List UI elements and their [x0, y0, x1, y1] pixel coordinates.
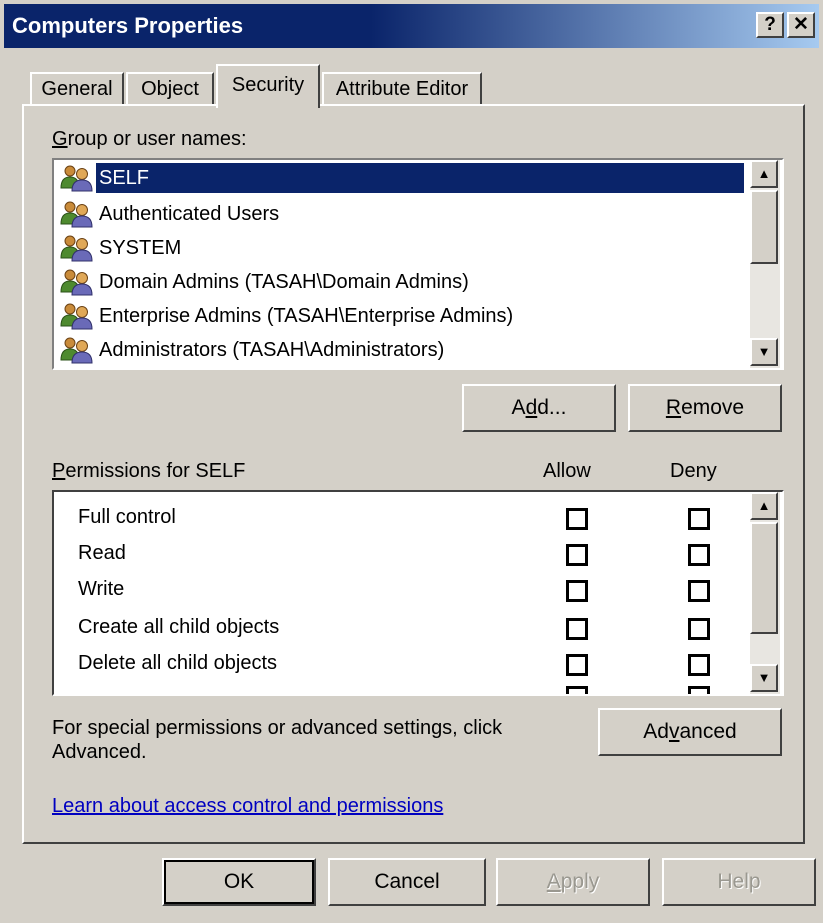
- deny-checkbox[interactable]: [688, 580, 710, 602]
- deny-column-header: Deny: [670, 460, 717, 482]
- add-button[interactable]: Add...: [462, 384, 616, 432]
- tab-object[interactable]: Object: [126, 72, 214, 106]
- cancel-button[interactable]: Cancel: [328, 858, 486, 906]
- permissions-scrollbar[interactable]: ▲ ▼: [750, 492, 780, 694]
- list-item-authenticated-users[interactable]: Authenticated Users: [60, 198, 282, 230]
- permission-row-read: Read: [54, 538, 744, 574]
- users-icon: [60, 302, 94, 330]
- close-title-button[interactable]: ✕: [787, 12, 815, 38]
- permission-row-create-child: Create all child objects: [54, 612, 744, 648]
- scroll-down-arrow-icon[interactable]: ▼: [750, 664, 778, 692]
- partial-checkbox: [566, 686, 588, 694]
- partial-checkbox: [688, 686, 710, 694]
- scroll-thumb[interactable]: [750, 190, 778, 264]
- tab-security[interactable]: Security: [216, 64, 320, 108]
- scroll-thumb[interactable]: [750, 522, 778, 634]
- allow-checkbox[interactable]: [566, 508, 588, 530]
- users-icon: [60, 234, 94, 262]
- group-list-scrollbar[interactable]: ▲ ▼: [750, 160, 780, 368]
- scroll-up-arrow-icon[interactable]: ▲: [750, 160, 778, 188]
- deny-checkbox[interactable]: [688, 508, 710, 530]
- permissions-label: Permissions for SELF: [52, 460, 246, 482]
- users-icon: [60, 336, 94, 364]
- title-bar[interactable]: Computers Properties ? ✕: [4, 4, 819, 48]
- ok-button[interactable]: OK: [162, 858, 316, 906]
- deny-checkbox[interactable]: [688, 544, 710, 566]
- help-title-button[interactable]: ?: [756, 12, 784, 38]
- allow-column-header: Allow: [543, 460, 591, 482]
- scroll-up-arrow-icon[interactable]: ▲: [750, 492, 778, 520]
- tab-general[interactable]: General: [30, 72, 124, 106]
- help-button[interactable]: Help: [662, 858, 816, 906]
- list-item-system[interactable]: SYSTEM: [60, 232, 184, 264]
- deny-checkbox[interactable]: [688, 618, 710, 640]
- list-item-domain-admins[interactable]: Domain Admins (TASAH\Domain Admins): [60, 266, 472, 298]
- deny-checkbox[interactable]: [688, 654, 710, 676]
- learn-access-control-link[interactable]: Learn about access control and permissio…: [52, 795, 443, 818]
- permission-row-full-control: Full control: [54, 502, 744, 538]
- properties-window: Computers Properties ? ✕ General Object …: [0, 0, 823, 923]
- list-item-enterprise-admins[interactable]: Enterprise Admins (TASAH\Enterprise Admi…: [60, 300, 516, 332]
- permission-row-write: Write: [54, 574, 744, 610]
- users-icon: [60, 164, 94, 192]
- apply-button[interactable]: Apply: [496, 858, 650, 906]
- permissions-list[interactable]: Full control Read Write Create all child…: [52, 490, 784, 696]
- advanced-description: For special permissions or advanced sett…: [52, 717, 503, 763]
- users-icon: [60, 200, 94, 228]
- scroll-down-arrow-icon[interactable]: ▼: [750, 338, 778, 366]
- allow-checkbox[interactable]: [566, 580, 588, 602]
- permission-row-delete-child: Delete all child objects: [54, 648, 744, 684]
- list-item-administrators[interactable]: Administrators (TASAH\Administrators): [60, 334, 447, 366]
- group-names-label: Group or user names:: [52, 128, 247, 150]
- remove-button[interactable]: Remove: [628, 384, 782, 432]
- users-icon: [60, 268, 94, 296]
- advanced-button[interactable]: Advanced: [598, 708, 782, 756]
- allow-checkbox[interactable]: [566, 544, 588, 566]
- allow-checkbox[interactable]: [566, 618, 588, 640]
- list-item-self[interactable]: SELF: [60, 162, 744, 194]
- allow-checkbox[interactable]: [566, 654, 588, 676]
- tab-attribute-editor[interactable]: Attribute Editor: [322, 72, 482, 106]
- group-user-list[interactable]: SELF Authenticated Users SYSTEM Domain A…: [52, 158, 784, 370]
- window-title: Computers Properties: [12, 13, 244, 38]
